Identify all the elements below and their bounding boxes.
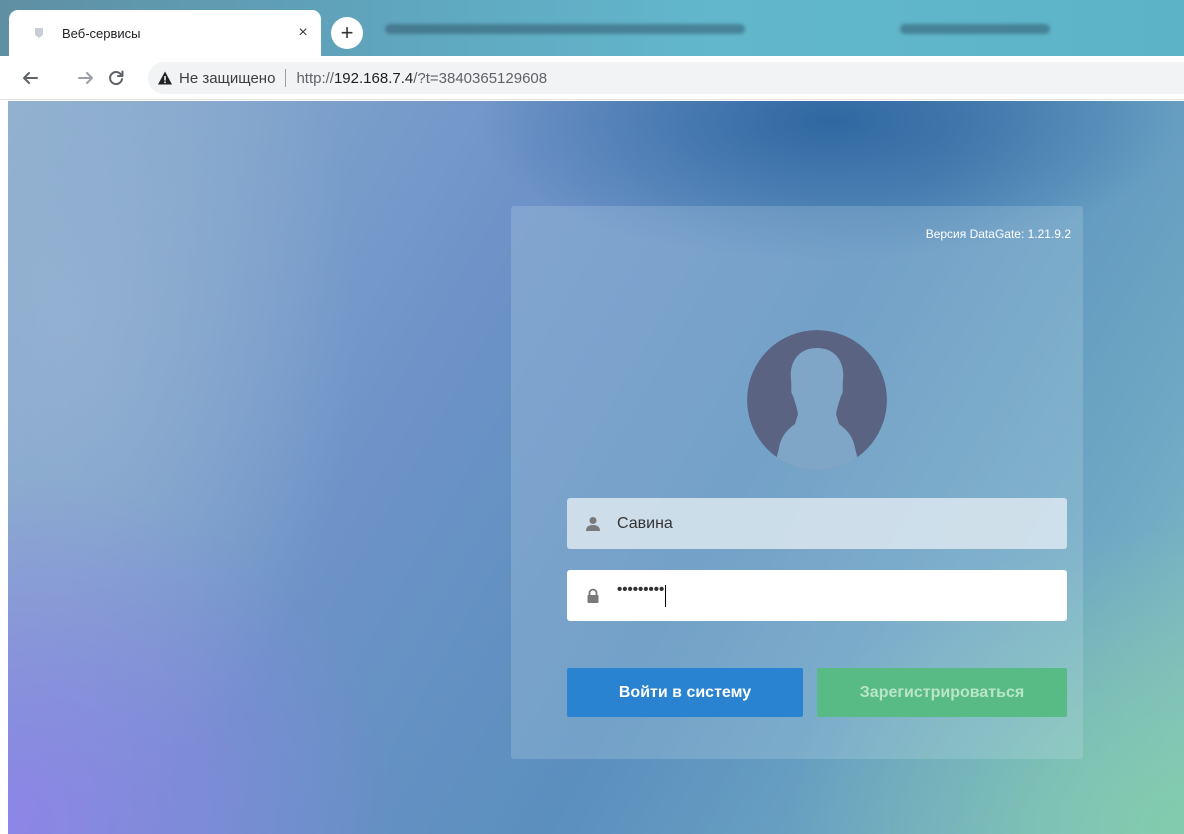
login-panel: Версия DataGate: 1.21.9.2 Савина •••••••…	[511, 206, 1083, 759]
browser-toolbar: Не защищено http://192.168.7.4/?t=384036…	[0, 56, 1184, 100]
register-button[interactable]: Зарегистрироваться	[817, 668, 1067, 717]
url-scheme: http://	[296, 69, 334, 87]
password-input[interactable]: •••••••••	[617, 580, 667, 611]
tab-strip: Веб-сервисы × +	[0, 0, 1184, 56]
new-tab-button[interactable]: +	[331, 17, 363, 49]
avatar-icon	[747, 330, 887, 470]
url-text[interactable]: http://192.168.7.4/?t=3840365129608	[296, 70, 547, 87]
password-masked-value: •••••••••	[617, 580, 665, 598]
tab-close-icon[interactable]: ×	[293, 23, 313, 43]
url-path: /?t=3840365129608	[413, 69, 548, 87]
tab-favicon-icon	[33, 27, 45, 39]
url-host: 192.168.7.4	[333, 69, 414, 87]
user-icon	[585, 516, 601, 532]
back-button[interactable]	[20, 68, 40, 88]
background-window-title	[900, 24, 1050, 34]
reload-button[interactable]	[106, 68, 126, 88]
not-secure-label[interactable]: Не защищено	[179, 70, 275, 87]
username-input[interactable]	[617, 508, 1037, 539]
tab-title: Веб-сервисы	[62, 25, 141, 41]
text-caret	[665, 584, 667, 607]
arrow-left-icon	[23, 72, 38, 84]
reload-icon	[109, 70, 124, 86]
username-field[interactable]	[567, 498, 1067, 549]
tab-active[interactable]: Веб-сервисы ×	[9, 10, 321, 56]
password-field[interactable]: •••••••••	[567, 570, 1067, 621]
login-button[interactable]: Войти в систему	[567, 668, 803, 717]
lock-icon	[585, 588, 601, 604]
forward-button[interactable]	[76, 68, 96, 88]
omnibox-separator	[285, 69, 287, 87]
warning-triangle-icon[interactable]	[156, 69, 174, 87]
page-background: Версия DataGate: 1.21.9.2 Савина •••••••…	[8, 101, 1184, 834]
arrow-right-icon	[78, 72, 93, 84]
background-window-title	[385, 24, 745, 34]
address-bar[interactable]: Не защищено http://192.168.7.4/?t=384036…	[148, 62, 1184, 94]
version-label: Версия DataGate: 1.21.9.2	[925, 227, 1071, 241]
